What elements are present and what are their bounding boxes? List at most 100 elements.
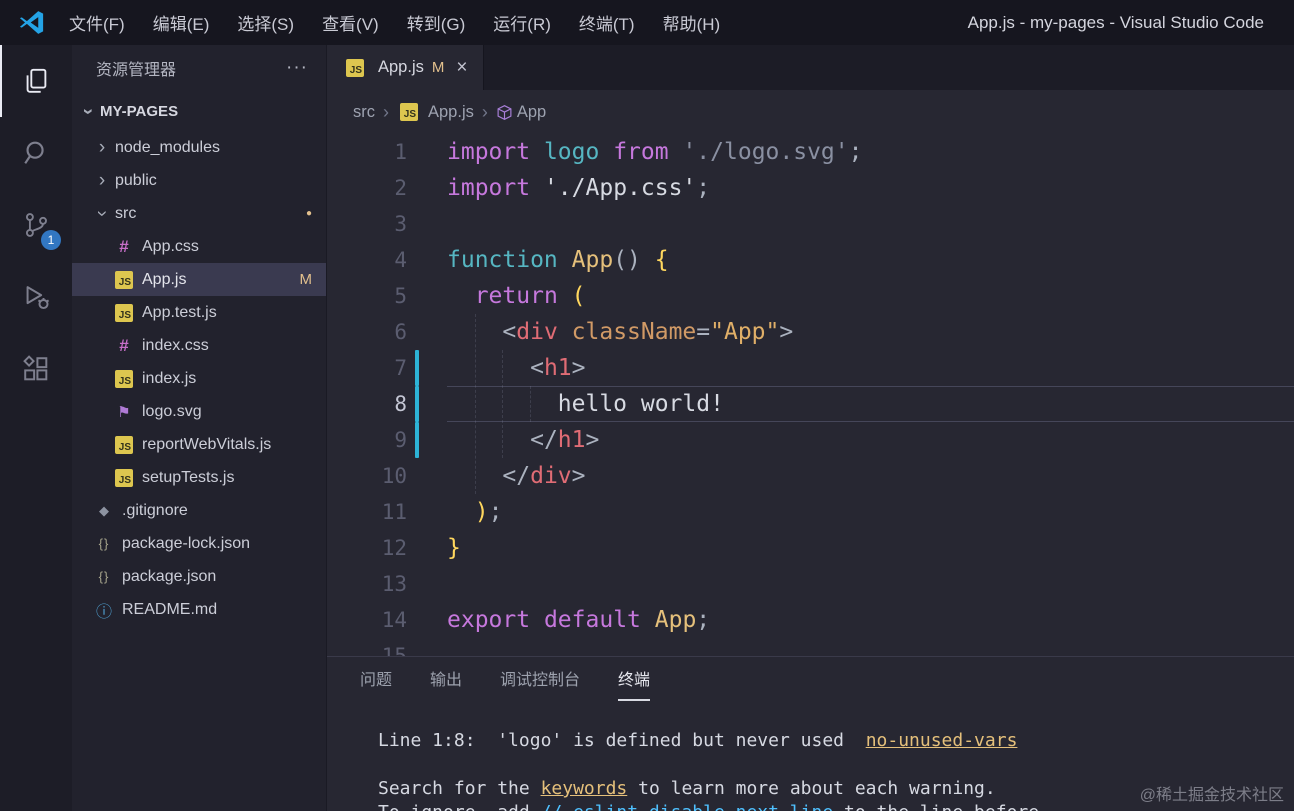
chevron-down-icon: › [91,210,113,217]
menu-item-转到(G)[interactable]: 转到(G) [393,0,480,45]
menu-bar: 文件(F) 编辑(E) 选择(S) 查看(V) 转到(G) 运行(R) 终端(T) 帮助(H) [55,0,734,45]
indent-guide [502,350,503,458]
file-tree-item-package-lock.json[interactable]: {} package-lock.json [72,527,326,560]
chevron-down-icon: › [77,107,99,115]
css-file-icon: # [119,335,129,355]
breadcrumb-item-src[interactable]: src [353,103,375,122]
code-line-3[interactable]: 3 [327,206,1294,242]
line-number: 6 [394,320,407,344]
file-tree-item-index.css[interactable]: # index.css [72,329,326,362]
file-tree-item-README.md[interactable]: ⓘ README.md [72,593,326,626]
panel-tab-终端[interactable]: 终端 [618,657,651,701]
gutter-marker [407,638,447,656]
line-number: 2 [394,176,407,200]
file-tree-item-src[interactable]: › src ● [72,197,326,230]
code-line-15[interactable]: 15 [327,638,1294,656]
terminal-link[interactable]: // eslint-disable-next-line [541,802,834,811]
line-number: 10 [381,464,407,488]
file-tree-item-reportWebVitals.js[interactable]: JS reportWebVitals.js [72,428,326,461]
menu-item-文件(F)[interactable]: 文件(F) [55,0,139,45]
panel-tab-调试控制台[interactable]: 调试控制台 [500,657,580,701]
symbol-icon [496,104,513,121]
code-area[interactable]: 1 import logo from './logo.svg'; 2 import '… [327,134,1294,656]
file-label: README.md [122,600,218,618]
terminal-link[interactable]: keywords [541,778,628,799]
js-file-icon: JS [346,58,364,77]
tab-app-js[interactable]: JS App.js M × [327,45,485,90]
activity-source-control-icon[interactable]: 1 [0,189,72,261]
file-tree-item-public[interactable]: › public [72,164,326,197]
file-tree-item-setupTests.js[interactable]: JS setupTests.js [72,461,326,494]
code-line-9[interactable]: 9 </h1> [327,422,1294,458]
sidebar-header: 资源管理器 ··· [72,45,326,91]
terminal-text: to learn more about each warning. [627,778,996,799]
section-my-pages[interactable]: › MY-PAGES [72,91,326,131]
terminal-link[interactable]: no-unused-vars [866,730,1018,751]
code-text: hello world! [447,386,1294,422]
file-label: index.css [142,336,209,354]
menu-item-编辑(E)[interactable]: 编辑(E) [139,0,224,45]
js-file-icon: JS [400,103,418,121]
code-line-7[interactable]: 7 <h1> [327,350,1294,386]
file-tree-item-.gitignore[interactable]: ◆ .gitignore [72,494,326,527]
menu-item-运行(R)[interactable]: 运行(R) [479,0,565,45]
activity-search-icon[interactable] [0,117,72,189]
git-modified-badge: M [299,271,313,288]
code-line-8[interactable]: 8 hello world! [327,386,1294,422]
file-label: App.js [142,270,187,288]
file-tree-item-node_modules[interactable]: › node_modules [72,131,326,164]
file-tree-item-App.js[interactable]: JS App.js M [72,263,326,296]
line-number: 3 [394,212,407,236]
vscode-logo-icon [18,9,45,36]
gutter-marker [407,278,447,314]
file-tree-item-package.json[interactable]: {} package.json [72,560,326,593]
tab-label: App.js [378,58,424,76]
file-label: package.json [122,567,217,585]
terminal-text: 'logo' is defined but never used [497,730,866,751]
panel-tab-输出[interactable]: 输出 [430,657,462,701]
file-tree-item-App.css[interactable]: # App.css [72,230,326,263]
chevron-right-icon: › [98,137,106,158]
more-actions-button[interactable]: ··· [286,57,308,79]
gutter-marker [407,494,447,530]
code-line-5[interactable]: 5 return ( [327,278,1294,314]
readme-file-icon: ⓘ [95,603,112,621]
file-tree-item-logo.svg[interactable]: ⚑ logo.svg [72,395,326,428]
activity-run-debug-icon[interactable] [0,261,72,333]
js-file-icon: JS [115,369,133,388]
file-tree-item-App.test.js[interactable]: JS App.test.js [72,296,326,329]
menu-item-帮助(H)[interactable]: 帮助(H) [649,0,735,45]
breadcrumb-item-App.js[interactable]: JS App.js [397,103,474,122]
code-line-10[interactable]: 10 </div> [327,458,1294,494]
code-line-13[interactable]: 13 [327,566,1294,602]
gutter-marker [407,134,447,170]
activity-explorer-icon[interactable] [0,45,72,117]
menu-item-选择(S)[interactable]: 选择(S) [223,0,308,45]
menu-item-终端(T)[interactable]: 终端(T) [565,0,649,45]
file-tree-item-index.js[interactable]: JS index.js [72,362,326,395]
explorer-title: 资源管理器 [96,62,177,79]
file-label: App.css [142,237,199,255]
code-line-11[interactable]: 11 ); [327,494,1294,530]
menu-item-查看(V)[interactable]: 查看(V) [308,0,393,45]
code-line-12[interactable]: 12} [327,530,1294,566]
activity-extensions-icon[interactable] [0,333,72,405]
tab-close-icon[interactable]: × [456,57,467,79]
code-line-6[interactable]: 6 <div className="App"> [327,314,1294,350]
code-text: </div> [502,463,586,489]
code-line-1[interactable]: 1 import logo from './logo.svg'; [327,134,1294,170]
breadcrumb-item-App[interactable]: App [496,103,546,122]
terminal-line: Line 1:8: 'logo' is defined but never us… [378,729,1294,753]
source-control-badge: 1 [41,230,61,250]
breadcrumb-separator-icon: › [481,101,488,122]
code-line-4[interactable]: 4 function App() { [327,242,1294,278]
terminal-text: Line 1:8: [378,730,498,751]
terminal-text: Search for the [378,778,541,799]
code-line-14[interactable]: 14 export default App; [327,602,1294,638]
panel-tab-问题[interactable]: 问题 [360,657,392,701]
modified-line-indicator [415,422,419,458]
code-line-2[interactable]: 2 import './App.css'; [327,170,1294,206]
